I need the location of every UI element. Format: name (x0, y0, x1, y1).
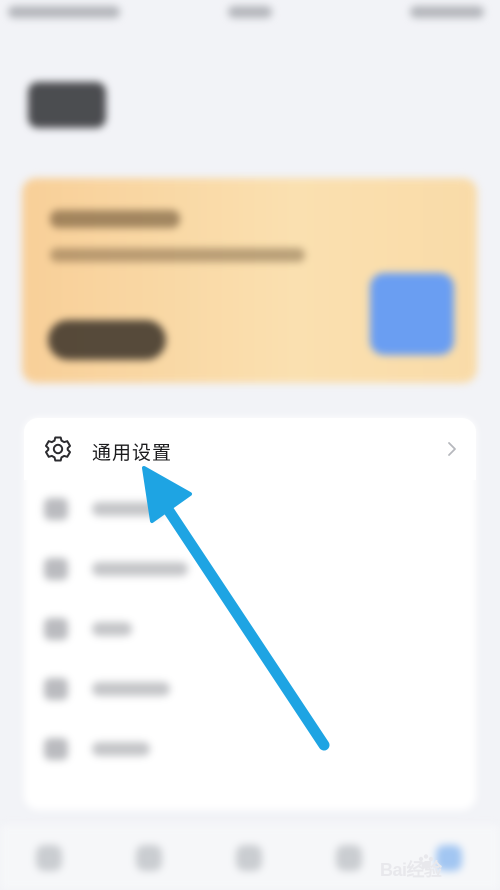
menu-row-icon (44, 678, 68, 700)
menu-row[interactable] (24, 540, 476, 598)
tab-item[interactable] (136, 845, 162, 871)
menu-row-label (92, 742, 150, 756)
tab-item[interactable] (236, 845, 262, 871)
banner-title (50, 210, 180, 228)
tab-item[interactable] (36, 845, 62, 871)
status-right-icons (410, 6, 484, 18)
menu-row-label (92, 502, 164, 516)
status-left-icons (8, 6, 120, 18)
paw-icon (416, 852, 436, 872)
menu-row[interactable] (24, 660, 476, 718)
status-bar (0, 0, 500, 30)
watermark: Bai经验 (380, 852, 500, 888)
menu-row-label (92, 622, 132, 636)
menu-row[interactable] (24, 480, 476, 538)
page-title (28, 82, 106, 128)
menu-row-label (92, 562, 188, 576)
tab-item[interactable] (336, 845, 362, 871)
gear-icon (43, 434, 73, 464)
menu-row-icon (44, 558, 68, 580)
menu-row-icon (44, 738, 68, 760)
banner-subtitle (50, 248, 305, 262)
menu-row[interactable] (24, 720, 476, 778)
menu-row[interactable] (24, 600, 476, 658)
banner-button[interactable] (48, 320, 166, 360)
menu-row-label (92, 682, 170, 696)
promo-banner[interactable] (22, 178, 477, 383)
chevron-right-icon (446, 440, 458, 458)
general-settings-label: 通用设置 (92, 443, 173, 464)
general-settings-row[interactable]: 通用设置 (24, 418, 476, 480)
menu-row-icon (44, 498, 68, 520)
status-time (228, 6, 272, 18)
menu-row-icon (44, 618, 68, 640)
banner-image (370, 273, 454, 355)
